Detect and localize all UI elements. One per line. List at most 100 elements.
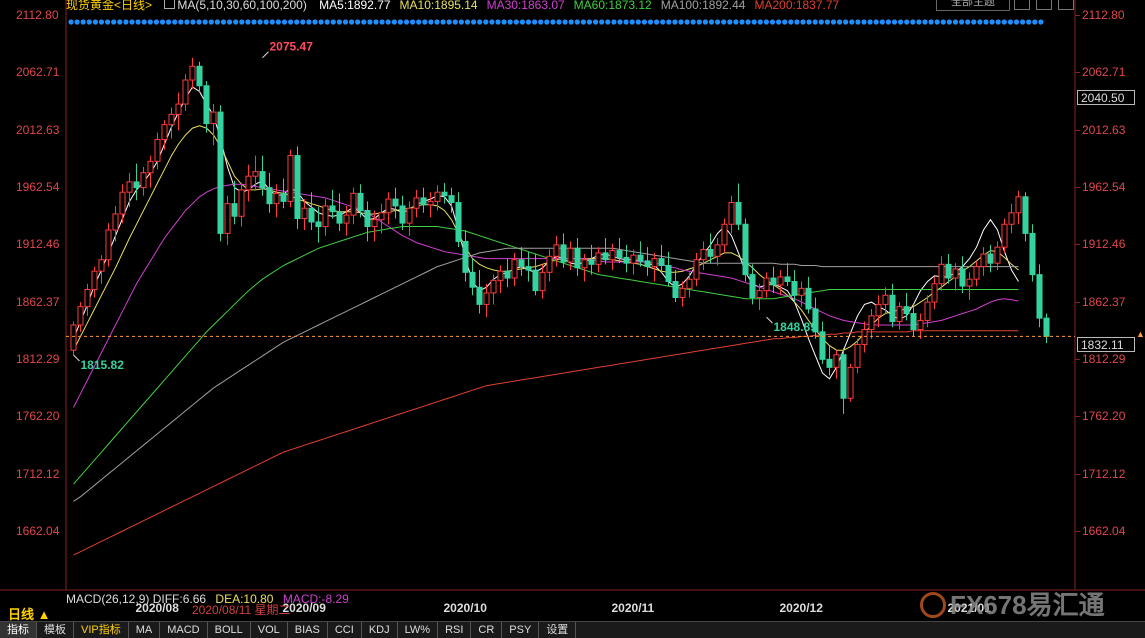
tab-vol[interactable]: VOL — [251, 622, 288, 638]
x-tick-label: 2020/10 — [443, 601, 487, 615]
status-dot — [178, 19, 184, 25]
status-dot — [586, 19, 593, 25]
status-dot — [428, 19, 434, 25]
window-menu-button[interactable] — [1058, 0, 1074, 10]
tab-lw%[interactable]: LW% — [398, 622, 439, 638]
candle[interactable] — [742, 218, 749, 282]
candle-body — [546, 255, 553, 273]
watermark-text: FX678易汇通 — [950, 590, 1105, 620]
status-dot — [696, 19, 702, 25]
y-tick-mark — [1075, 416, 1080, 418]
window-close-button[interactable] — [1036, 0, 1052, 10]
status-dot — [166, 19, 172, 25]
candle-body — [987, 253, 994, 264]
cursor-price-tag: 2040.50 — [1077, 89, 1135, 105]
candle[interactable] — [105, 223, 112, 267]
status-dot — [684, 19, 690, 25]
candle-body — [805, 287, 812, 310]
status-dot — [873, 19, 879, 25]
tab-cci[interactable]: CCI — [328, 622, 362, 638]
candle-body — [294, 155, 301, 220]
candle-body — [126, 181, 133, 193]
left-tick-label: 1912.46 — [16, 237, 60, 252]
candle-body — [406, 207, 413, 224]
window-restore-button[interactable] — [1014, 0, 1030, 10]
status-dot — [660, 19, 666, 25]
status-dot — [885, 19, 892, 25]
tab-macd[interactable]: MACD — [160, 622, 208, 638]
status-dot — [1013, 19, 1020, 25]
y-tick-label: 2062.71 — [1082, 65, 1126, 80]
candle-body — [105, 229, 112, 261]
status-dot — [727, 19, 733, 25]
y-tick-label: 1912.46 — [1082, 237, 1126, 252]
tab-[interactable]: 设置 — [539, 622, 577, 638]
ma-value-label: MA5:1892.77 — [319, 0, 391, 12]
status-dot — [92, 19, 98, 25]
tab-[interactable]: 指标 — [0, 622, 37, 638]
price-annotation: 1848.89 — [774, 320, 818, 334]
left-tick-label: 1862.37 — [16, 294, 60, 309]
candle-body — [308, 207, 315, 223]
status-dot — [233, 19, 239, 25]
instrument-name: 现货黄金 — [66, 0, 115, 12]
candle-body — [182, 79, 189, 105]
status-dot — [159, 19, 166, 25]
status-dot — [702, 19, 709, 25]
candle[interactable] — [847, 363, 854, 402]
tab-rsi[interactable]: RSI — [438, 622, 472, 638]
candle-body — [315, 221, 322, 228]
status-dot — [983, 19, 989, 25]
candle-body — [560, 244, 567, 263]
candle[interactable] — [70, 321, 77, 355]
candle-body — [469, 271, 476, 288]
status-dot — [184, 19, 190, 25]
status-dot — [269, 19, 275, 25]
status-dot — [605, 19, 611, 25]
candle[interactable] — [294, 146, 301, 229]
candle-body — [728, 202, 735, 225]
status-dot — [342, 19, 349, 25]
candle-body — [917, 319, 924, 331]
status-dot — [373, 19, 379, 25]
tab-ma[interactable]: MA — [129, 622, 161, 638]
tab-kdj[interactable]: KDJ — [362, 622, 398, 638]
tab-psy[interactable]: PSY — [502, 622, 540, 638]
status-dot — [556, 19, 562, 25]
candle-body — [210, 111, 217, 125]
candle[interactable] — [217, 105, 224, 242]
status-dot — [934, 19, 940, 25]
status-dot — [190, 19, 196, 25]
y-tick-label: 2112.80 — [1082, 8, 1125, 22]
candle-body — [504, 270, 511, 279]
x-tick-label: 2020/12 — [779, 601, 823, 615]
candle-body — [833, 354, 840, 368]
tab-vip[interactable]: VIP指标 — [74, 622, 129, 638]
candle-body — [224, 203, 231, 234]
status-dot — [580, 19, 587, 25]
candle-body — [427, 200, 434, 206]
tab-bias[interactable]: BIAS — [288, 622, 328, 638]
status-dot — [916, 19, 922, 25]
status-dot — [977, 19, 983, 25]
status-dot — [849, 19, 855, 25]
status-dot — [105, 19, 111, 25]
indicator-tab-bar: 指标 模板 VIP指标 MA MACD BOLL VOL BIAS CCI KDJ LW% RSI CR… — [0, 621, 1145, 638]
candle-body — [952, 268, 959, 279]
status-dot — [763, 19, 770, 25]
candle-body — [602, 252, 609, 261]
candle-body — [119, 191, 126, 215]
tab-[interactable]: 模板 — [37, 622, 74, 638]
status-dot — [617, 19, 623, 25]
tab-cr[interactable]: CR — [471, 622, 503, 638]
theme-button[interactable]: 全部主题 — [936, 0, 1010, 11]
candle[interactable] — [287, 149, 294, 208]
candle-body — [588, 259, 595, 265]
status-dot — [86, 19, 92, 25]
candle-body — [1022, 196, 1029, 234]
candlestick-chart[interactable]: 2075.471815.821848.891965.591764.391959.… — [0, 0, 1145, 621]
tab-boll[interactable]: BOLL — [208, 622, 251, 638]
candle-body — [756, 290, 763, 299]
status-dot — [952, 19, 959, 25]
y-tick-label: 2012.63 — [1082, 122, 1126, 137]
